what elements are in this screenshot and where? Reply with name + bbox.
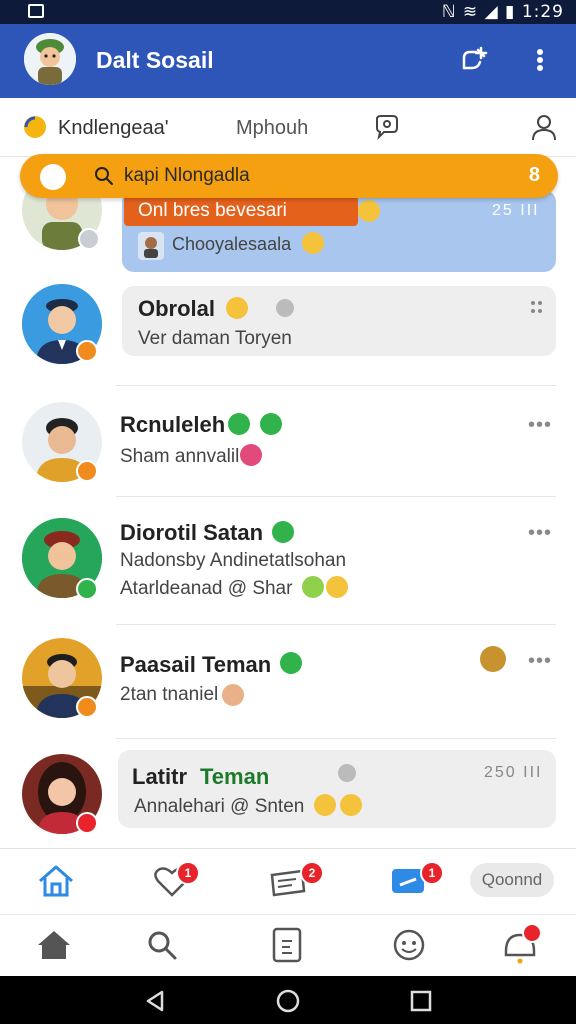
chat-title: Obrolal <box>138 296 216 321</box>
home-filled-icon[interactable] <box>36 929 72 961</box>
clock: 1:29 <box>521 2 564 22</box>
signal-icons: ℕ ≋ ◢ ▮ <box>441 2 522 22</box>
face-emoji-icon <box>222 684 244 706</box>
mini-avatar-icon <box>480 646 506 672</box>
verified-icon <box>280 652 302 674</box>
recents-icon[interactable] <box>410 990 432 1012</box>
divider <box>116 385 556 386</box>
document-icon[interactable] <box>272 927 302 963</box>
smile-emoji-icon <box>314 794 336 816</box>
more-options-icon[interactable] <box>526 44 554 76</box>
chat-title: Paasail Teman <box>120 652 272 677</box>
chat-title-highlight: Teman <box>200 764 270 789</box>
read-receipt-icon <box>338 764 356 782</box>
chat-preview: Nadonsby Andinetatlsohan <box>120 550 347 571</box>
profile-avatar[interactable] <box>24 33 76 85</box>
divider <box>116 496 556 497</box>
chat-meta: 250 III <box>484 764 543 781</box>
status-badge <box>76 812 98 834</box>
gallery-icon <box>28 4 44 18</box>
action-chip[interactable]: Qoonnd <box>470 863 554 897</box>
search-count: 8 <box>528 164 540 186</box>
chat-meta: 25 III <box>492 202 540 219</box>
smiley-icon[interactable] <box>392 927 426 963</box>
status-badge <box>78 228 100 250</box>
home-icon[interactable] <box>36 863 76 899</box>
verified-icon <box>272 521 294 543</box>
profile-avatar-image <box>24 33 76 85</box>
wink-emoji-icon <box>302 232 324 254</box>
notification-dot <box>522 923 542 943</box>
wink-emoji-icon <box>340 794 362 816</box>
new-chat-icon[interactable] <box>458 44 490 76</box>
status-badge <box>76 696 98 718</box>
divider <box>116 738 556 739</box>
more-icon[interactable]: ••• <box>528 522 552 545</box>
status-badge <box>76 460 98 482</box>
search-icon <box>95 167 113 185</box>
status-bar: ℕ ≋ ◢ ▮ 1:29 <box>0 0 576 24</box>
mini-avatar-icon <box>138 232 164 260</box>
more-icon[interactable]: ••• <box>528 650 552 673</box>
more-icon[interactable]: ••• <box>528 414 552 437</box>
person-icon[interactable] <box>530 112 558 142</box>
chat-title: Onl bres bevesari <box>138 200 287 221</box>
status-badge <box>76 578 98 600</box>
chat-preview: Ver daman Toryen <box>138 328 292 349</box>
smile-emoji-icon <box>358 200 380 222</box>
tab-updates[interactable]: Mphouh <box>236 117 308 140</box>
search-bar[interactable]: kapi Nlongadla 8 <box>20 154 558 198</box>
smile-emoji-icon <box>226 297 248 319</box>
chat-title: Diorotil Satan <box>120 520 264 545</box>
chat-preview: Annalehari @ Snten <box>134 796 305 817</box>
pin-icon <box>40 164 66 190</box>
chat-title: Rcnuleleh <box>120 412 226 437</box>
system-nav-bar <box>0 976 576 1024</box>
status-time: ℕ ≋ ◢ ▮ 1:29 <box>442 2 564 22</box>
status-badge <box>76 340 98 362</box>
grid-dots-icon[interactable] <box>530 300 544 316</box>
sun-icon <box>24 116 46 138</box>
chat-preview: Sham annvalil <box>120 446 240 467</box>
wink-emoji-icon <box>326 576 348 598</box>
search-icon[interactable] <box>146 929 178 961</box>
chat-preview-secondary: Atarldeanad @ Shar <box>120 578 293 599</box>
home-circle-icon[interactable] <box>276 989 300 1013</box>
online-icon <box>228 413 250 435</box>
notification-badge: 2 <box>300 861 324 885</box>
chat-bubble-icon[interactable] <box>372 112 402 142</box>
chat-preview: 2tan tnaniel <box>120 684 219 705</box>
tab-chats[interactable]: Kndlengeaa' <box>58 117 169 140</box>
new-chat-icon-svg <box>462 46 488 70</box>
read-receipt-icon <box>276 299 294 317</box>
sad-emoji-icon <box>240 444 262 466</box>
notification-badge: 1 <box>176 861 200 885</box>
divider <box>116 624 556 625</box>
chat-preview: Chooyalesaala <box>172 234 292 254</box>
secondary-nav <box>0 914 576 977</box>
bottom-nav: 1 2 1 Qoonnd <box>0 848 576 915</box>
notification-badge: 1 <box>420 861 444 885</box>
tab-bar: Kndlengeaa' Mphouh <box>0 98 576 157</box>
app-bar: Dalt Sosail <box>0 24 576 98</box>
app-title: Dalt Sosail <box>96 47 214 73</box>
chat-list[interactable]: Onl bres bevesari 25 III Chooyalesaala O… <box>0 150 576 848</box>
chat-title: Latitr <box>132 764 187 789</box>
grin-emoji-icon <box>302 576 324 598</box>
search-text: kapi Nlongadla <box>124 165 250 186</box>
verified-icon <box>260 413 282 435</box>
more-options-icon-svg <box>537 49 543 71</box>
back-icon[interactable] <box>144 990 166 1012</box>
